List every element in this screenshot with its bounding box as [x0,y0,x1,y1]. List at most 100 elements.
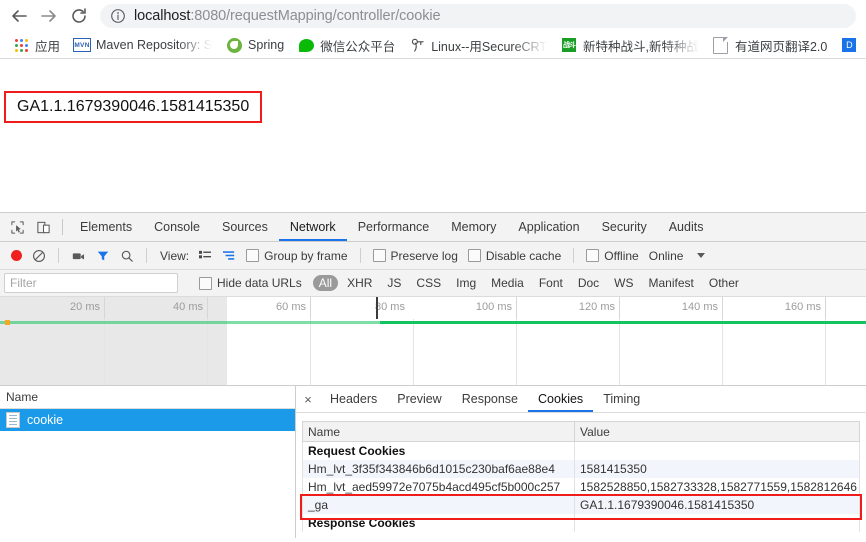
preserve-log-checkbox[interactable]: Preserve log [368,243,463,269]
bookmark-wechat[interactable]: 微信公众平台 [291,34,402,56]
bookmark-label: Maven Repository: S [96,38,213,52]
filter-type-js[interactable]: JS [381,275,407,291]
inspect-element-icon[interactable] [4,214,30,240]
bookmark-overflow[interactable]: D [834,34,866,56]
back-button[interactable] [4,1,34,31]
tick-label: 160 ms [784,301,821,313]
bookmark-apps[interactable]: 应用 [6,34,67,56]
tab-timing[interactable]: Timing [593,387,650,412]
browser-toolbar: localhost:8080/requestMapping/controller… [0,0,866,32]
bookmark-youdao[interactable]: 有道网页翻译2.0 [706,34,834,56]
page-viewport: GA1.1.1679390046.1581415350 [0,59,866,212]
list-view-icon[interactable] [193,243,217,269]
url-host: localhost [134,8,191,24]
funnel-icon [97,251,109,260]
search-button[interactable] [115,243,139,269]
load-event-line [380,321,866,324]
tick-label: 40 ms [173,301,203,313]
column-header-value[interactable]: Value [574,421,860,442]
capture-screenshots-button[interactable] [66,243,91,269]
request-name: cookie [27,413,64,427]
tab-preview[interactable]: Preview [387,387,451,412]
close-icon[interactable]: × [296,387,320,411]
request-details-pane: × Headers Preview Response Cookies Timin… [296,386,866,538]
tab-memory[interactable]: Memory [440,214,507,241]
filter-type-ws[interactable]: WS [608,275,639,291]
spring-leaf-icon [226,37,242,53]
column-header-name[interactable]: Name [302,421,575,442]
apps-grid-icon [13,37,29,53]
disable-cache-checkbox[interactable]: Disable cache [463,243,566,269]
requests-pane: Name cookie [0,386,296,538]
bookmark-maven[interactable]: MVN Maven Repository: S [67,34,219,56]
waterfall-view-icon[interactable] [217,243,241,269]
wechat-icon [298,37,314,53]
divider [58,248,59,263]
checkbox-box [199,276,212,290]
filter-type-xhr[interactable]: XHR [341,275,378,291]
more-options-button[interactable] [688,243,714,269]
overview-selection-handle[interactable] [376,297,378,319]
tick-label: 20 ms [70,301,100,313]
filter-input[interactable]: Filter [4,273,178,293]
cookie-row[interactable]: Hm_lvt_3f35f343846b6d1015c230baf6ae88e4 … [302,460,860,478]
cookie-name: Response Cookies [302,514,575,532]
bookmarks-bar: 应用 MVN Maven Repository: S Spring 微信公众平台… [0,32,866,59]
filter-type-manifest[interactable]: Manifest [643,275,700,291]
tab-sources[interactable]: Sources [211,214,279,241]
throttling-select[interactable]: Online [644,243,689,269]
bookmark-label: Spring [248,38,285,52]
devtools-panel: Elements Console Sources Network Perform… [0,212,866,538]
checkbox-box [467,249,481,262]
group-by-frame-checkbox[interactable]: Group by frame [241,243,352,269]
record-button[interactable] [6,243,27,269]
filter-type-css[interactable]: CSS [410,275,447,291]
device-toolbar-icon[interactable] [30,214,56,240]
requests-column-header[interactable]: Name [0,386,295,409]
checkbox-label: Group by frame [264,248,348,263]
filter-type-media[interactable]: Media [485,275,530,291]
network-toolbar: View: Group by frame Preserve log Disabl… [0,242,866,270]
filter-type-all[interactable]: All [312,275,339,291]
chevron-down-icon [697,253,706,258]
bookmark-securecrt[interactable]: Linux--用SecureCRT [402,34,554,56]
tab-console[interactable]: Console [143,214,211,241]
tab-application[interactable]: Application [507,214,590,241]
tab-security[interactable]: Security [591,214,658,241]
forward-button[interactable] [34,1,64,31]
tab-network[interactable]: Network [279,214,347,241]
filter-type-other[interactable]: Other [703,275,745,291]
hide-data-urls-checkbox[interactable]: Hide data URLs [194,270,307,296]
bookmark-spring[interactable]: Spring [219,34,291,56]
tick-label: 100 ms [475,301,512,313]
checkbox-box [246,249,260,262]
clear-button[interactable] [27,243,51,269]
filter-type-font[interactable]: Font [533,275,569,291]
reload-button[interactable] [64,1,94,31]
cookie-row[interactable]: Hm_lvt_aed59972e7075b4acd495cf5b000c257 … [302,478,860,496]
cookies-group-row: Request Cookies [302,441,860,460]
divider [62,219,63,235]
tab-audits[interactable]: Audits [658,214,715,241]
page-icon [713,36,729,54]
cookie-name: _ga [302,496,575,514]
filter-type-doc[interactable]: Doc [572,275,605,291]
tab-response[interactable]: Response [452,387,528,412]
checkbox-label: Disable cache [485,248,562,263]
request-row-cookie[interactable]: cookie [0,409,295,431]
bookmark-tezhong[interactable]: 战斗 新特种战斗,新特种战 [554,34,706,56]
tab-performance[interactable]: Performance [347,214,441,241]
network-overview[interactable]: 20 ms 40 ms 60 ms 80 ms 100 ms 120 ms 14… [0,297,866,386]
cookies-group-row: Response Cookies [302,514,860,532]
cookie-name: Hm_lvt_3f35f343846b6d1015c230baf6ae88e4 [302,460,575,478]
tab-headers[interactable]: Headers [320,387,387,412]
offline-checkbox[interactable]: Offline [581,243,643,269]
info-circle-icon[interactable] [110,8,126,24]
timeline-ruler: 20 ms 40 ms 60 ms 80 ms 100 ms 120 ms 14… [0,297,866,319]
filter-toggle-button[interactable] [91,243,115,269]
cookie-row-ga[interactable]: _ga GA1.1.1679390046.1581415350 [302,496,860,514]
filter-type-img[interactable]: Img [450,275,482,291]
tab-elements[interactable]: Elements [69,214,143,241]
tab-cookies[interactable]: Cookies [528,387,593,412]
address-bar[interactable]: localhost:8080/requestMapping/controller… [100,4,856,28]
